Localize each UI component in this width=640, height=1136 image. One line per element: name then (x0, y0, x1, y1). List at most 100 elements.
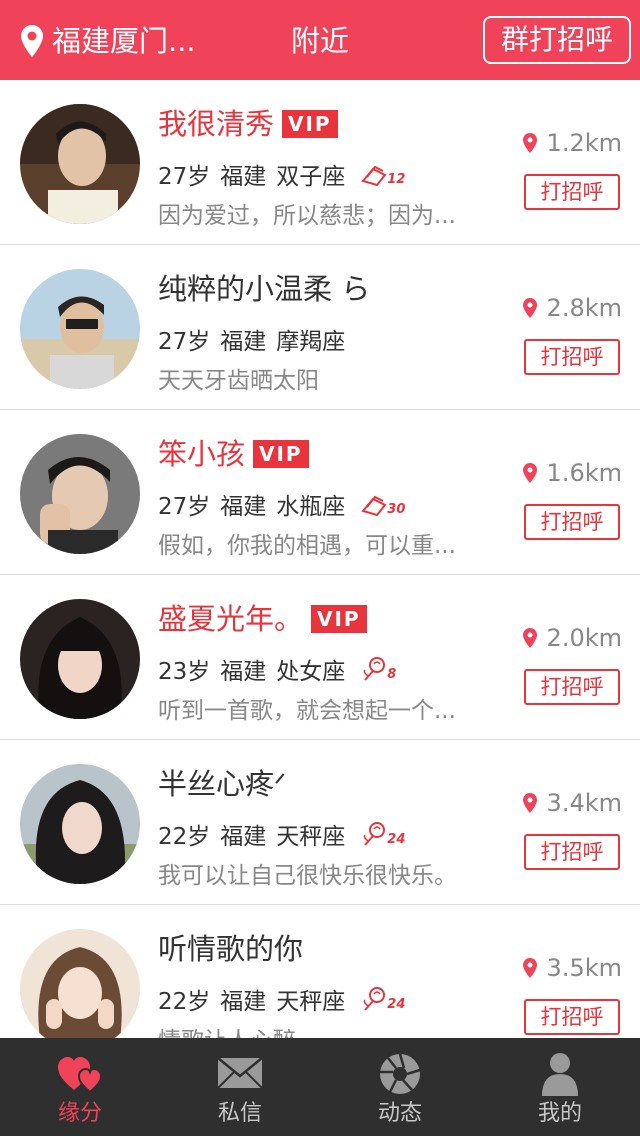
location-pin-icon (21, 25, 43, 57)
group-greet-button[interactable]: 群打招呼 (483, 16, 631, 64)
envelope-icon (217, 1057, 263, 1089)
gift-count: 8 (387, 667, 397, 682)
name-line: 纯粹的小温柔 ら (158, 269, 370, 309)
distance: 1.2km (522, 128, 622, 158)
distance: 3.4km (522, 788, 622, 818)
tab-me[interactable]: 我的 (480, 1038, 640, 1136)
user-age: 23岁 (158, 659, 211, 685)
app-screen: 福建厦门... 附近 群打招呼 我很清秀 VIP 27岁 福建 双子座 12 因… (0, 0, 640, 1136)
distance: 1.6km (522, 458, 622, 488)
greet-button[interactable]: 打招呼 (524, 834, 620, 870)
name-line: 听情歌的你 (158, 929, 303, 969)
avatar-image (20, 599, 140, 719)
user-zodiac: 水瓶座 (276, 494, 346, 520)
gift-indicator: 30 (359, 491, 405, 517)
tab-fate[interactable]: 缘分 (0, 1038, 160, 1136)
avatar[interactable] (20, 764, 140, 884)
tab-label: 我的 (537, 1101, 582, 1126)
user-name: 半丝心疼ᐟ (158, 767, 287, 801)
tab-moments[interactable]: 动态 (320, 1038, 480, 1136)
hearts-icon (58, 1057, 103, 1094)
user-province: 福建 (220, 989, 267, 1015)
name-line: 半丝心疼ᐟ (158, 764, 286, 804)
tab-label: 缘分 (57, 1101, 102, 1126)
top-nav-bar: 福建厦门... 附近 群打招呼 (0, 0, 640, 80)
user-info: 23岁 福建 处女座 8 (158, 653, 396, 685)
user-signature: 我可以让自己很快乐很快乐。 (158, 863, 457, 889)
avatar[interactable] (20, 434, 140, 554)
user-row[interactable]: 笨小孩 VIP 27岁 福建 水瓶座 30 假如，你我的相遇，可以重... 1.… (0, 410, 640, 575)
user-info: 27岁 福建 双子座 12 (158, 158, 405, 190)
user-age: 27岁 (158, 329, 211, 355)
greet-button[interactable]: 打招呼 (524, 999, 620, 1035)
gift-count: 24 (387, 997, 406, 1012)
user-name: 听情歌的你 (158, 932, 304, 966)
name-line: 盛夏光年。 VIP (158, 599, 367, 639)
user-zodiac: 摩羯座 (276, 329, 346, 355)
greet-button[interactable]: 打招呼 (524, 339, 620, 375)
user-signature: 情歌让人心醉。 (158, 1025, 488, 1038)
distance-label: 3.5km (546, 954, 622, 982)
avatar-image (20, 929, 140, 1038)
rose-icon (363, 657, 386, 681)
aperture-icon (380, 1053, 421, 1094)
distance-label: 1.2km (546, 129, 622, 157)
greet-button[interactable]: 打招呼 (524, 669, 620, 705)
user-row[interactable]: 盛夏光年。 VIP 23岁 福建 处女座 8 听到一首歌，就会想起一个... 2… (0, 575, 640, 740)
user-info: 27岁 福建 摩羯座 (158, 323, 355, 355)
user-name: 纯粹的小温柔 ら (158, 272, 371, 306)
avatar[interactable] (20, 599, 140, 719)
gift-indicator: 24 (359, 821, 405, 847)
user-age: 22岁 (158, 989, 211, 1015)
greet-button[interactable]: 打招呼 (524, 504, 620, 540)
location-label: 福建厦门... (52, 24, 196, 58)
location-selector[interactable]: 福建厦门... (20, 22, 196, 60)
tab-label: 私信 (217, 1101, 262, 1126)
user-row[interactable]: 半丝心疼ᐟ 22岁 福建 天秤座 24 我可以让自己很快乐很快乐。 3.4km … (0, 740, 640, 905)
distance-label: 1.6km (546, 459, 622, 487)
bottom-tab-bar: 缘分 私信 动态 我的 (0, 1038, 640, 1136)
name-line: 我很清秀 VIP (158, 104, 338, 144)
location-pin-icon (522, 463, 537, 483)
gift-indicator: 12 (359, 161, 405, 187)
user-province: 福建 (220, 164, 267, 190)
avatar-image (20, 764, 140, 884)
user-name: 我很清秀 (158, 107, 275, 141)
person-icon (542, 1053, 578, 1096)
user-info: 22岁 福建 天秤座 24 (158, 818, 405, 850)
user-province: 福建 (220, 494, 267, 520)
distance: 3.5km (522, 953, 622, 983)
user-row[interactable]: 纯粹的小温柔 ら 27岁 福建 摩羯座 天天牙齿晒太阳 2.8km 打招呼 (0, 245, 640, 410)
avatar[interactable] (20, 929, 140, 1038)
user-province: 福建 (220, 329, 267, 355)
user-row[interactable]: 听情歌的你 22岁 福建 天秤座 24 情歌让人心醉。 (0, 905, 640, 1038)
distance-label: 2.0km (546, 624, 622, 652)
user-name: 盛夏光年。 (158, 602, 304, 636)
distance: 2.0km (522, 623, 622, 653)
user-signature: 因为爱过，所以慈悲；因为... (158, 203, 456, 229)
tab-messages[interactable]: 私信 (160, 1038, 320, 1136)
user-age: 27岁 (158, 494, 211, 520)
vip-badge: VIP (282, 110, 338, 138)
name-line: 笨小孩 VIP (158, 434, 309, 474)
location-pin-icon (522, 133, 537, 153)
vip-badge: VIP (311, 605, 367, 633)
gift-indicator: 24 (359, 986, 405, 1012)
greet-button[interactable]: 打招呼 (524, 174, 620, 210)
vip-badge: VIP (253, 440, 309, 468)
rose-icon (363, 822, 386, 846)
gift-count: 12 (387, 172, 406, 187)
user-signature: 假如，你我的相遇，可以重... (158, 533, 456, 559)
avatar[interactable] (20, 104, 140, 224)
nearby-user-list: 我很清秀 VIP 27岁 福建 双子座 12 因为爱过，所以慈悲；因为... 1… (0, 80, 640, 1038)
user-row[interactable]: 我很清秀 VIP 27岁 福建 双子座 12 因为爱过，所以慈悲；因为... 1… (0, 80, 640, 245)
user-zodiac: 处女座 (276, 659, 346, 685)
user-province: 福建 (220, 824, 267, 850)
user-signature: 听到一首歌，就会想起一个... (158, 698, 456, 724)
user-province: 福建 (220, 659, 267, 685)
gold-bar-icon (361, 495, 387, 517)
distance-label: 3.4km (546, 789, 622, 817)
user-name: 笨小孩 (158, 437, 246, 471)
avatar-image (20, 269, 140, 389)
avatar[interactable] (20, 269, 140, 389)
